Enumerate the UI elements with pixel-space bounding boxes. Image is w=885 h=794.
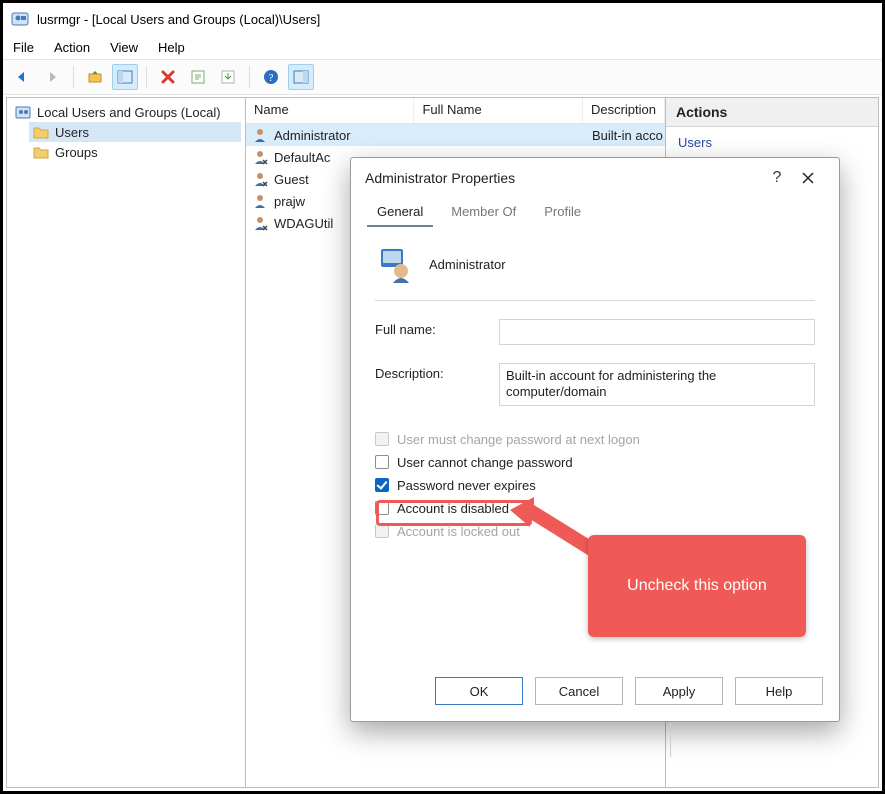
toolbar-separator — [146, 66, 147, 88]
column-description[interactable]: Description — [583, 98, 665, 123]
user-disabled-icon — [252, 215, 268, 231]
properties-dialog: Administrator Properties ? General Membe… — [350, 157, 840, 722]
toolbar-separator — [73, 66, 74, 88]
folder-icon — [33, 124, 49, 140]
chk-cannot-change-password[interactable]: User cannot change password — [375, 451, 815, 474]
svg-text:?: ? — [269, 72, 274, 84]
show-hide-tree-button[interactable] — [112, 64, 138, 90]
dialog-title: Administrator Properties — [365, 170, 515, 186]
column-full-name[interactable]: Full Name — [414, 98, 582, 123]
list-cell-name: Administrator — [274, 128, 351, 143]
refresh-button[interactable] — [185, 64, 211, 90]
apply-button[interactable]: Apply — [635, 677, 723, 705]
dialog-close-button[interactable] — [791, 164, 825, 192]
description-input[interactable]: Built-in account for administering the c… — [499, 363, 815, 406]
forward-button[interactable] — [39, 64, 65, 90]
checkbox-icon[interactable] — [375, 478, 389, 492]
checkbox-label: User must change password at next logon — [397, 432, 640, 447]
account-name: Administrator — [429, 257, 506, 272]
list-cell-name: Guest — [274, 172, 309, 187]
tab-profile[interactable]: Profile — [534, 198, 591, 227]
full-name-label: Full name: — [375, 319, 485, 337]
user-icon — [252, 127, 268, 143]
actions-item-users[interactable]: Users — [666, 127, 878, 158]
export-list-button[interactable] — [215, 64, 241, 90]
pane-divider[interactable] — [670, 723, 671, 757]
window-title: lusrmgr - [Local Users and Groups (Local… — [37, 12, 320, 27]
tab-member-of[interactable]: Member Of — [441, 198, 526, 227]
tree-node-groups[interactable]: Groups — [29, 142, 241, 162]
annotation-text: Uncheck this option — [627, 577, 767, 595]
menubar: File Action View Help — [3, 35, 882, 59]
menu-action[interactable]: Action — [54, 40, 90, 55]
checkbox-icon — [375, 432, 389, 446]
annotation-highlight — [376, 500, 532, 526]
toolbar: ? — [3, 59, 882, 95]
show-hide-action-pane-button[interactable] — [288, 64, 314, 90]
tree-node-label: Groups — [55, 145, 98, 160]
app-icon — [11, 10, 29, 28]
list-row[interactable]: Administrator Built-in acco — [246, 124, 665, 146]
full-name-input[interactable] — [499, 319, 815, 345]
list-cell-name: prajw — [274, 194, 305, 209]
column-name[interactable]: Name — [246, 98, 414, 123]
tree-pane: Local Users and Groups (Local) Users Gro… — [6, 97, 246, 788]
help-button[interactable]: ? — [258, 64, 284, 90]
titlebar: lusrmgr - [Local Users and Groups (Local… — [3, 3, 882, 35]
menu-help[interactable]: Help — [158, 40, 185, 55]
toolbar-separator — [249, 66, 250, 88]
dialog-buttons: OK Cancel Apply Help — [351, 665, 839, 721]
tree-root-label: Local Users and Groups (Local) — [37, 105, 221, 120]
menu-view[interactable]: View — [110, 40, 138, 55]
dialog-tabs: General Member Of Profile — [351, 198, 839, 227]
list-cell-name: DefaultAc — [274, 150, 330, 165]
help-button[interactable]: Help — [735, 677, 823, 705]
chk-must-change-password: User must change password at next logon — [375, 428, 815, 451]
checkbox-label: User cannot change password — [397, 455, 573, 470]
checkbox-icon[interactable] — [375, 455, 389, 469]
list-cell-desc: Built-in acco — [592, 128, 663, 143]
dialog-titlebar[interactable]: Administrator Properties ? — [351, 158, 839, 198]
ok-button[interactable]: OK — [435, 677, 523, 705]
user-disabled-icon — [252, 149, 268, 165]
cancel-button[interactable]: Cancel — [535, 677, 623, 705]
menu-file[interactable]: File — [13, 40, 34, 55]
description-label: Description: — [375, 363, 485, 381]
user-disabled-icon — [252, 171, 268, 187]
back-button[interactable] — [9, 64, 35, 90]
checkbox-label: Password never expires — [397, 478, 536, 493]
users-groups-icon — [15, 104, 31, 120]
delete-button[interactable] — [155, 64, 181, 90]
tree-node-label: Users — [55, 125, 89, 140]
list-cell-name: WDAGUtil — [274, 216, 333, 231]
list-header: Name Full Name Description — [246, 98, 665, 124]
folder-icon — [33, 144, 49, 160]
tree-node-users[interactable]: Users — [29, 122, 241, 142]
checkbox-icon — [375, 524, 389, 538]
tab-general[interactable]: General — [367, 198, 433, 227]
dialog-help-button[interactable]: ? — [763, 169, 791, 187]
chk-password-never-expires[interactable]: Password never expires — [375, 474, 815, 497]
tree-root[interactable]: Local Users and Groups (Local) — [11, 102, 241, 122]
user-large-icon — [375, 243, 415, 286]
up-button[interactable] — [82, 64, 108, 90]
actions-header: Actions — [666, 98, 878, 127]
annotation-callout: Uncheck this option — [588, 535, 806, 637]
user-icon — [252, 193, 268, 209]
